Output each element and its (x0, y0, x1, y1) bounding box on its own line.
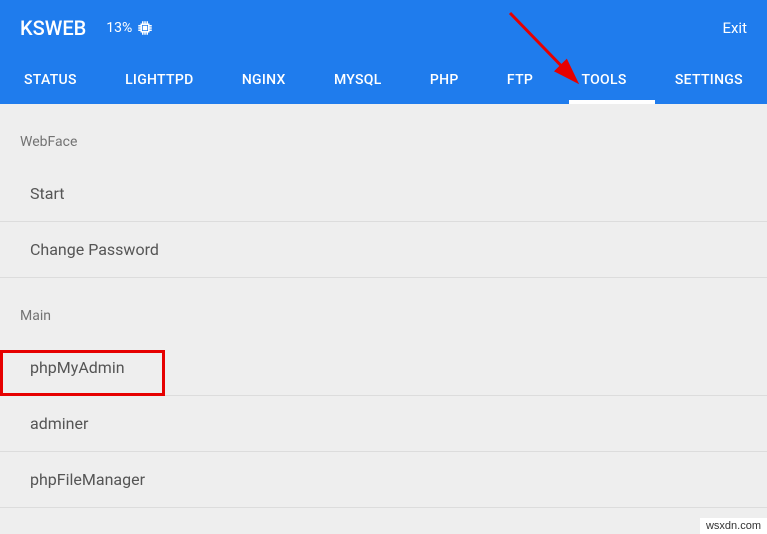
status-battery: 13% (106, 19, 154, 37)
list-item-phpmyadmin[interactable]: phpMyAdmin (0, 340, 767, 396)
tab-status[interactable]: STATUS (24, 72, 77, 88)
list-item-start[interactable]: Start (0, 166, 767, 222)
exit-button[interactable]: Exit (722, 19, 747, 37)
tab-mysql[interactable]: MYSQL (334, 72, 382, 88)
tab-nginx[interactable]: NGINX (242, 72, 286, 88)
tab-php[interactable]: PHP (430, 72, 459, 88)
list-item-phpfilemanager[interactable]: phpFileManager (0, 452, 767, 508)
section-header-webface: WebFace (0, 104, 767, 166)
section-main: Main phpMyAdmin adminer phpFileManager (0, 278, 767, 508)
tab-bar: STATUS LIGHTTPD NGINX MYSQL PHP FTP TOOL… (0, 56, 767, 104)
section-header-main: Main (0, 278, 767, 340)
tab-tools[interactable]: TOOLS (581, 72, 626, 88)
tab-lighttpd[interactable]: LIGHTTPD (125, 72, 193, 88)
tab-ftp[interactable]: FTP (507, 72, 533, 88)
cpu-icon (136, 19, 154, 37)
tab-indicator (569, 100, 655, 104)
list-item-change-password[interactable]: Change Password (0, 222, 767, 278)
tab-settings[interactable]: SETTINGS (675, 72, 743, 88)
section-webface: WebFace Start Change Password (0, 104, 767, 278)
watermark: wsxdn.com (700, 518, 767, 534)
list-item-adminer[interactable]: adminer (0, 396, 767, 452)
app-bar: KSWEB 13% Exit (0, 0, 767, 56)
battery-text: 13% (106, 20, 132, 36)
app-title: KSWEB (20, 16, 86, 40)
